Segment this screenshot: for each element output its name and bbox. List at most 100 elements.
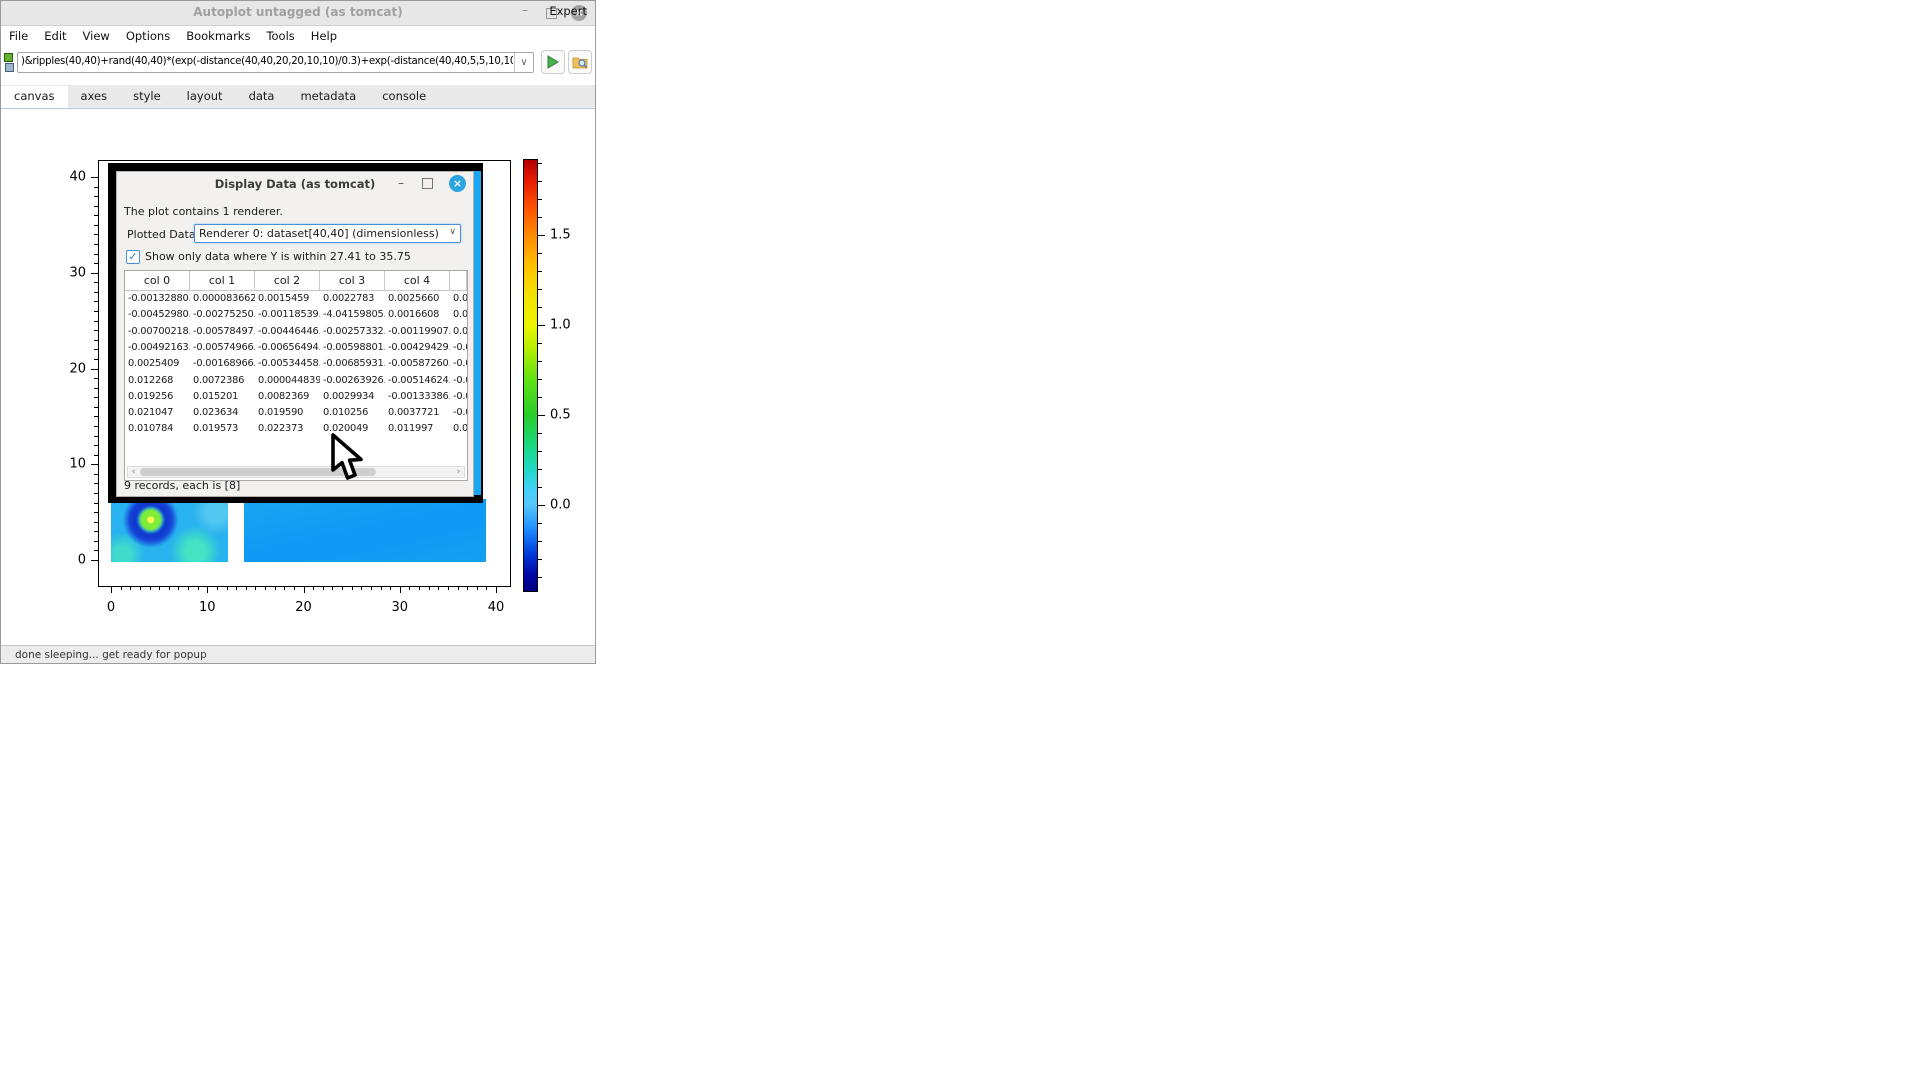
tick-mark — [538, 163, 542, 164]
minimize-icon[interactable]: – — [517, 2, 533, 18]
scroll-left-arrow-icon[interactable]: ‹ — [128, 467, 139, 477]
data-table[interactable]: col 0col 1col 2col 3col 4 -0.00132880...… — [124, 270, 468, 481]
tick-mark — [419, 586, 420, 590]
table-cell: -0.00574966... — [190, 340, 255, 356]
tick-mark — [178, 586, 179, 590]
menu-item-edit[interactable]: Edit — [36, 26, 74, 43]
table-cell: 0.0029934 — [320, 389, 385, 405]
table-cell: -0.0 — [450, 356, 467, 372]
tick-mark — [538, 253, 542, 254]
table-row[interactable]: 0.0025409-0.00168966...-0.00534458...-0.… — [125, 356, 467, 372]
menu-item-help[interactable]: Help — [303, 26, 345, 43]
tick-mark — [94, 359, 98, 360]
table-cell: -0.00119907... — [385, 324, 450, 340]
tick-mark — [94, 474, 98, 475]
tab-data[interactable]: data — [236, 85, 288, 107]
column-header-1[interactable]: col 1 — [190, 271, 255, 290]
menu-item-file[interactable]: File — [1, 26, 36, 43]
tick-mark — [332, 586, 333, 590]
table-cell: 0.000083662 — [190, 291, 255, 307]
tick-mark — [94, 493, 98, 494]
combo-chevron-icon[interactable]: ∨ — [449, 227, 456, 237]
table-cell: -0.00446446... — [255, 324, 320, 340]
dialog-minimize-icon[interactable]: – — [395, 176, 407, 190]
column-header-3[interactable]: col 3 — [320, 271, 385, 290]
uri-dropdown-chevron-icon[interactable]: ∨ — [514, 53, 533, 72]
column-header-4[interactable]: col 4 — [385, 271, 450, 290]
filter-checkbox[interactable]: ✓ — [126, 250, 140, 264]
table-cell: 0.0072386 — [190, 373, 255, 389]
window-titlebar[interactable]: Autoplot untagged (as tomcat) – × — [1, 1, 595, 26]
tick-mark — [409, 586, 410, 590]
tick-mark — [538, 415, 545, 416]
column-header-0[interactable]: col 0 — [125, 271, 190, 290]
table-row[interactable]: 0.0210470.0236340.0195900.0102560.003772… — [125, 405, 467, 421]
plotted-data-combobox[interactable]: Renderer 0: dataset[40,40] (dimensionles… — [194, 224, 461, 243]
tick-mark — [217, 586, 218, 590]
menu-item-bookmarks[interactable]: Bookmarks — [178, 26, 258, 43]
autoplot-window: Autoplot untagged (as tomcat) – × FileEd… — [0, 0, 596, 664]
menu-item-tools[interactable]: Tools — [258, 26, 302, 43]
menu-item-options[interactable]: Options — [118, 26, 178, 43]
table-row[interactable]: -0.00452980...-0.00275250...-0.00118539.… — [125, 307, 467, 323]
column-header-5[interactable] — [450, 271, 467, 290]
tick-mark — [538, 235, 545, 236]
tick-mark — [538, 181, 542, 182]
column-header-2[interactable]: col 2 — [255, 271, 320, 290]
tick-mark — [169, 586, 170, 590]
table-cell: -0.00132880... — [125, 291, 190, 307]
table-row[interactable]: -0.00700218...-0.00578497...-0.00446446.… — [125, 324, 467, 340]
tick-mark — [94, 301, 98, 302]
tick-mark — [538, 271, 542, 272]
tick-mark — [246, 586, 247, 590]
dialog-maximize-icon[interactable] — [422, 178, 433, 189]
dialog-title[interactable]: Display Data (as tomcat) — [117, 172, 473, 196]
table-cell: -0.00656494... — [255, 340, 320, 356]
table-cell: -0.00429429... — [385, 340, 450, 356]
go-play-button[interactable] — [541, 50, 565, 74]
table-header-row: col 0col 1col 2col 3col 4 — [125, 271, 467, 291]
tick-mark — [227, 586, 228, 590]
y-axis-tick-label: 20 — [56, 361, 86, 376]
table-row[interactable]: 0.0192560.0152010.00823690.0029934-0.001… — [125, 389, 467, 405]
dialog-highlight-frame: Display Data (as tomcat) – × The plot co… — [108, 163, 483, 503]
tick-mark — [467, 586, 468, 590]
tab-metadata[interactable]: metadata — [287, 85, 369, 107]
table-row[interactable]: 0.0107840.0195730.0223730.0200490.011997… — [125, 421, 467, 437]
menu-item-view[interactable]: View — [75, 26, 118, 43]
tab-console[interactable]: console — [369, 85, 439, 107]
tick-mark — [496, 586, 497, 593]
tick-mark — [188, 586, 189, 590]
uri-input[interactable]: )&ripples(40,40)+rand(40,40)*(exp(-dista… — [21, 56, 513, 67]
x-axis-tick-label: 10 — [199, 600, 216, 615]
horizontal-scrollbar[interactable]: ‹ › — [127, 466, 465, 478]
scroll-right-arrow-icon[interactable]: › — [453, 467, 464, 477]
tick-mark — [94, 512, 98, 513]
tick-mark — [94, 397, 98, 398]
table-row[interactable]: -0.00492163...-0.00574966...-0.00656494.… — [125, 340, 467, 356]
folder-magnifier-icon — [572, 55, 588, 69]
tab-axes[interactable]: axes — [68, 85, 121, 107]
inspect-folder-button[interactable] — [568, 50, 592, 74]
table-cell: 0.00 — [450, 291, 467, 307]
uri-combobox[interactable]: )&ripples(40,40)+rand(40,40)*(exp(-dista… — [17, 52, 534, 73]
table-cell: 0.022373 — [255, 421, 320, 437]
tab-style[interactable]: style — [120, 85, 174, 107]
table-cell: -0.0 — [450, 405, 467, 421]
dialog-close-icon[interactable]: × — [449, 175, 466, 192]
tick-mark — [448, 586, 449, 590]
table-cell: 0.010784 — [125, 421, 190, 437]
tab-layout[interactable]: layout — [174, 85, 236, 107]
table-cell: 0.0025409 — [125, 356, 190, 372]
table-cell: 0.023634 — [190, 405, 255, 421]
tick-mark — [94, 263, 98, 264]
mouse-cursor-icon — [329, 433, 365, 487]
heatmap-flat-region — [244, 499, 486, 562]
table-cell: -0.00700218... — [125, 324, 190, 340]
table-cell: 0.019590 — [255, 405, 320, 421]
table-row[interactable]: 0.0122680.00723860.000044839-0.00263926.… — [125, 373, 467, 389]
y-axis-tick-label: 30 — [56, 265, 86, 280]
tick-mark — [538, 397, 542, 398]
table-row[interactable]: -0.00132880...0.0000836620.00154590.0022… — [125, 291, 467, 307]
expert-mode-label[interactable]: Expert — [549, 4, 587, 18]
